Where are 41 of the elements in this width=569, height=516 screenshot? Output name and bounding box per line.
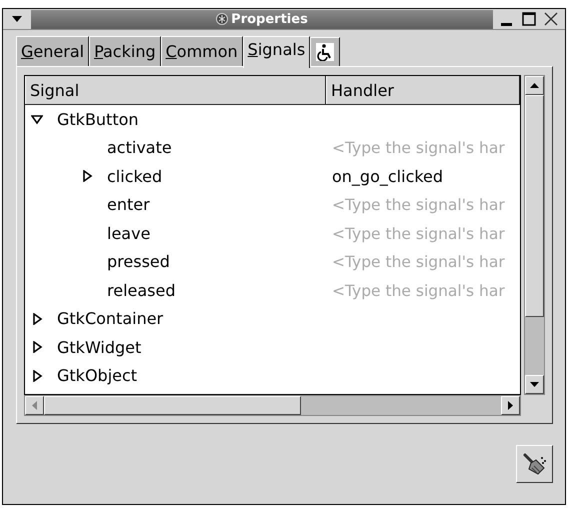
accessibility-tab[interactable] — [310, 37, 340, 66]
vertical-scrollbar[interactable] — [524, 75, 545, 395]
window-menu-icon[interactable] — [12, 16, 22, 22]
tab[interactable]: Signals — [242, 36, 310, 68]
column-header[interactable]: Handler — [326, 76, 520, 104]
horizontal-scrollbar[interactable] — [24, 395, 521, 416]
handler-name: on_go_clicked — [331, 166, 444, 186]
signal-name: GtkButton — [57, 110, 139, 129]
scroll-right-icon[interactable] — [508, 401, 513, 410]
tab[interactable]: General — [16, 36, 90, 66]
maximize-icon[interactable] — [521, 11, 537, 27]
handler-hint: <Type the signal's har — [331, 282, 505, 300]
close-icon[interactable] — [543, 11, 559, 27]
tab[interactable]: Common — [160, 36, 243, 66]
brush-icon — [522, 452, 548, 476]
expander-icon[interactable] — [31, 113, 43, 126]
expander-icon[interactable] — [31, 370, 43, 382]
scroll-down-icon[interactable] — [530, 382, 539, 387]
wheelchair-icon — [316, 43, 334, 61]
handler-hint: <Type the signal's har — [331, 224, 505, 243]
signal-name: clicked — [107, 166, 162, 186]
window-title: Properties — [231, 12, 308, 26]
handler-hint: <Type the signal's har — [331, 139, 505, 158]
handler-hint: <Type the signal's har — [331, 196, 505, 214]
signal-name: GtkContainer — [57, 309, 164, 328]
scroll-up-icon[interactable] — [530, 83, 539, 88]
signal-name: enter — [107, 195, 150, 214]
signal-name: GtkObject — [57, 366, 138, 386]
signal-name: leave — [107, 224, 150, 243]
clear-button[interactable] — [516, 445, 553, 483]
tab[interactable]: Packing — [89, 36, 161, 66]
signal-name: activate — [107, 138, 172, 158]
signal-name: released — [107, 280, 176, 300]
expander-icon[interactable] — [81, 170, 93, 182]
column-header[interactable]: Signal — [25, 76, 326, 104]
signal-name: pressed — [107, 252, 170, 272]
handler-hint: <Type the signal's har — [331, 253, 505, 272]
app-icon — [216, 13, 228, 25]
expander-icon[interactable] — [31, 312, 43, 325]
signal-name: GtkWidget — [57, 338, 142, 357]
expander-icon[interactable] — [31, 341, 43, 354]
